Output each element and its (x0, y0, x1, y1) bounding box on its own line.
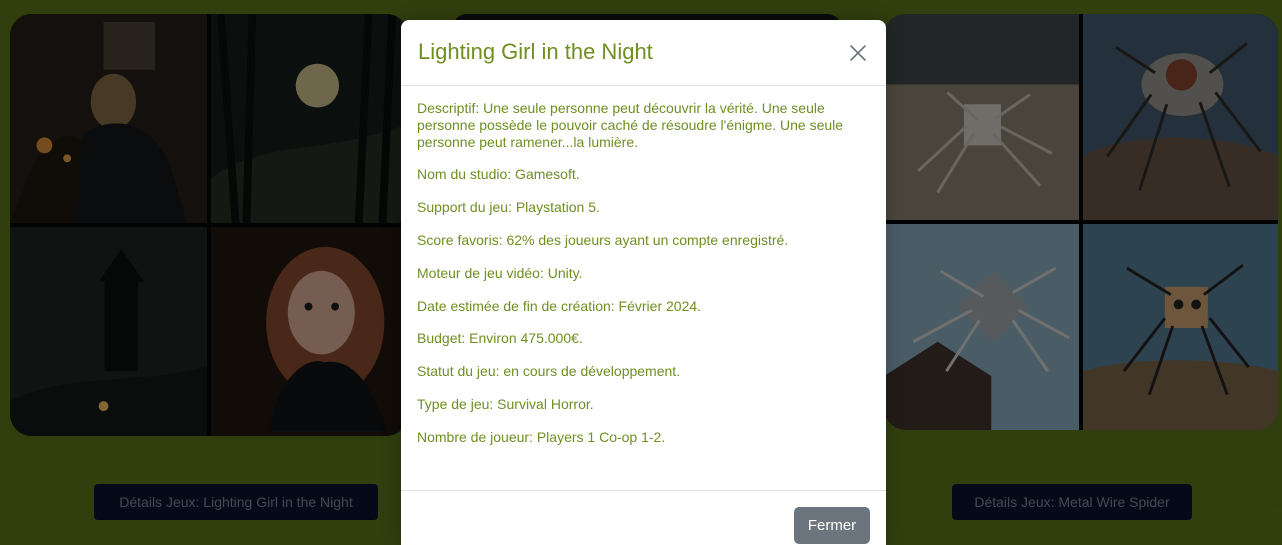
engine-detail: Moteur de jeu vidéo: Unity. (417, 264, 583, 281)
game-type-detail: Type de jeu: Survival Horror. (417, 395, 594, 412)
modal-header: Lighting Girl in the Night (401, 20, 886, 86)
studio-detail: Nom du studio: Gamesoft. (417, 166, 580, 183)
development-status-detail: Statut du jeu: en cours de développement… (417, 363, 681, 380)
close-icon (850, 44, 866, 61)
close-modal-button[interactable]: Fermer (794, 507, 870, 544)
game-details-list: Descriptif: Une seule personne peut déco… (401, 86, 886, 446)
player-count-detail: Nombre de joueur: Players 1 Co-op 1-2. (417, 428, 666, 445)
modal-title: Lighting Girl in the Night (418, 39, 653, 65)
modal-close-button[interactable] (844, 39, 872, 67)
budget-detail: Budget: Environ 475.000€. (417, 330, 583, 347)
favorite-score-detail: Score favoris: 62% des joueurs ayant un … (417, 231, 789, 248)
platform-detail: Support du jeu: Playstation 5. (417, 199, 600, 216)
completion-date-detail: Date estimée de fin de création: Février… (417, 297, 702, 314)
modal-footer: Fermer (401, 490, 886, 545)
game-details-modal: Lighting Girl in the Night Descriptif: U… (401, 20, 886, 545)
description-detail: Descriptif: Une seule personne peut déco… (417, 100, 844, 150)
